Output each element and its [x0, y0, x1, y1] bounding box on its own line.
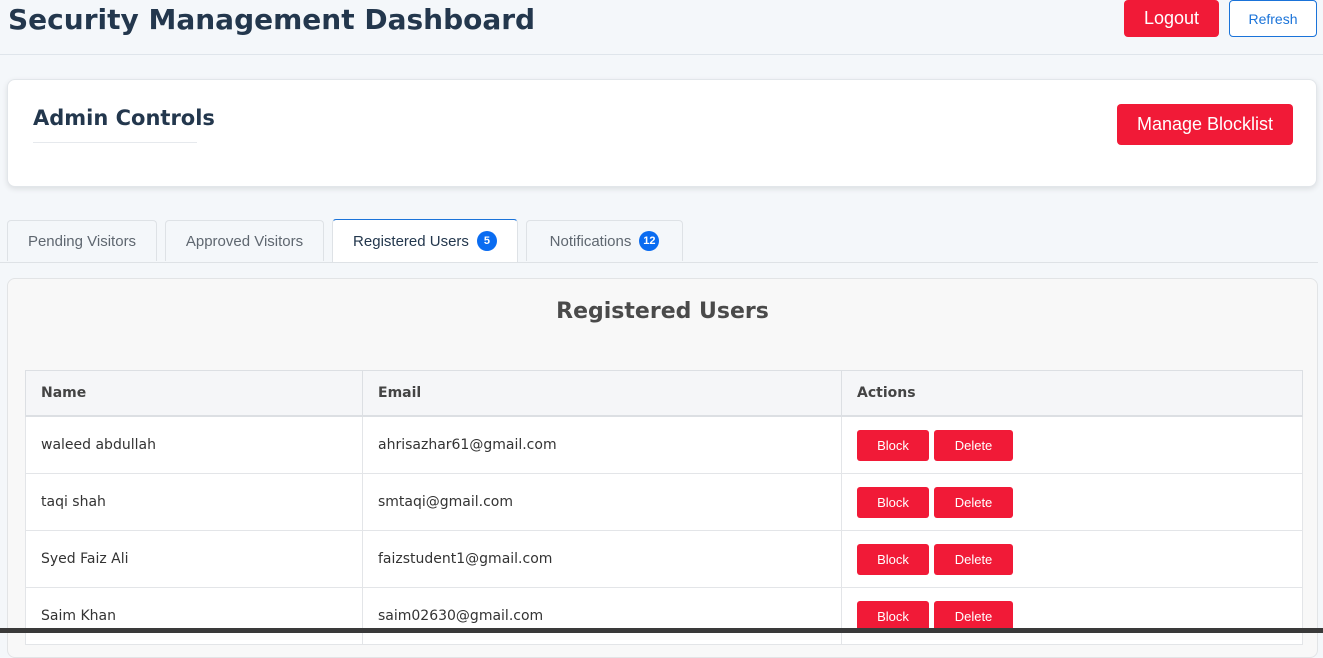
tab-registered-users[interactable]: Registered Users 5: [332, 219, 518, 262]
block-button[interactable]: Block: [857, 600, 929, 632]
column-header-name: Name: [25, 370, 363, 417]
delete-button[interactable]: Delete: [934, 543, 1013, 575]
page-header: Security Management Dashboard Logout Ref…: [0, 0, 1323, 55]
row-actions: Block Delete: [841, 587, 1303, 645]
delete-button[interactable]: Delete: [934, 486, 1013, 518]
row-actions: Block Delete: [841, 415, 1303, 474]
window-bottom-edge: [0, 628, 1323, 633]
user-name: Syed Faiz Ali: [25, 530, 363, 588]
user-name: Saim Khan: [25, 587, 363, 645]
user-name: waleed abdullah: [25, 415, 363, 474]
registered-users-panel: Registered Users Name Email Actions wale…: [7, 278, 1318, 658]
users-table: Name Email Actions waleed abdullah ahris…: [25, 370, 1303, 645]
user-email: smtaqi@gmail.com: [362, 473, 842, 531]
logout-button[interactable]: Logout: [1124, 0, 1219, 37]
tab-label: Registered Users: [353, 232, 469, 250]
user-name: taqi shah: [25, 473, 363, 531]
user-email: faizstudent1@gmail.com: [362, 530, 842, 588]
delete-button[interactable]: Delete: [934, 600, 1013, 632]
tab-label: Pending Visitors: [27, 232, 137, 250]
refresh-button[interactable]: Refresh: [1229, 0, 1317, 37]
delete-button[interactable]: Delete: [934, 429, 1013, 461]
user-email: ahrisazhar61@gmail.com: [362, 415, 842, 474]
count-badge: 12: [639, 231, 660, 251]
table-header-row: Name Email Actions: [25, 370, 1303, 417]
table-row: taqi shah smtaqi@gmail.com Block Delete: [25, 473, 1303, 531]
tab-notifications[interactable]: Notifications 12: [526, 220, 683, 261]
page-title: Security Management Dashboard: [8, 3, 536, 36]
admin-controls-title: Admin Controls: [33, 106, 215, 143]
row-actions: Block Delete: [841, 473, 1303, 531]
count-badge: 5: [476, 231, 497, 251]
row-actions: Block Delete: [841, 530, 1303, 588]
table-row: Syed Faiz Ali faizstudent1@gmail.com Blo…: [25, 530, 1303, 588]
panel-title: Registered Users: [556, 299, 769, 324]
column-header-actions: Actions: [841, 370, 1303, 417]
tab-bar: Pending Visitors Approved Visitors Regis…: [0, 219, 1318, 263]
admin-controls-card: Admin Controls Manage Blocklist: [7, 79, 1317, 187]
block-button[interactable]: Block: [857, 486, 929, 518]
block-button[interactable]: Block: [857, 543, 929, 575]
tab-label: Approved Visitors: [185, 232, 304, 250]
block-button[interactable]: Block: [857, 429, 929, 461]
table-row: waleed abdullah ahrisazhar61@gmail.com B…: [25, 415, 1303, 474]
table-row: Saim Khan saim02630@gmail.com Block Delet…: [25, 587, 1303, 645]
tab-label: Notifications: [549, 232, 632, 250]
column-header-email: Email: [362, 370, 842, 417]
tab-pending-visitors[interactable]: Pending Visitors: [7, 220, 157, 261]
user-email: saim02630@gmail.com: [362, 587, 842, 645]
tab-approved-visitors[interactable]: Approved Visitors: [165, 220, 324, 261]
manage-blocklist-button[interactable]: Manage Blocklist: [1117, 104, 1293, 145]
